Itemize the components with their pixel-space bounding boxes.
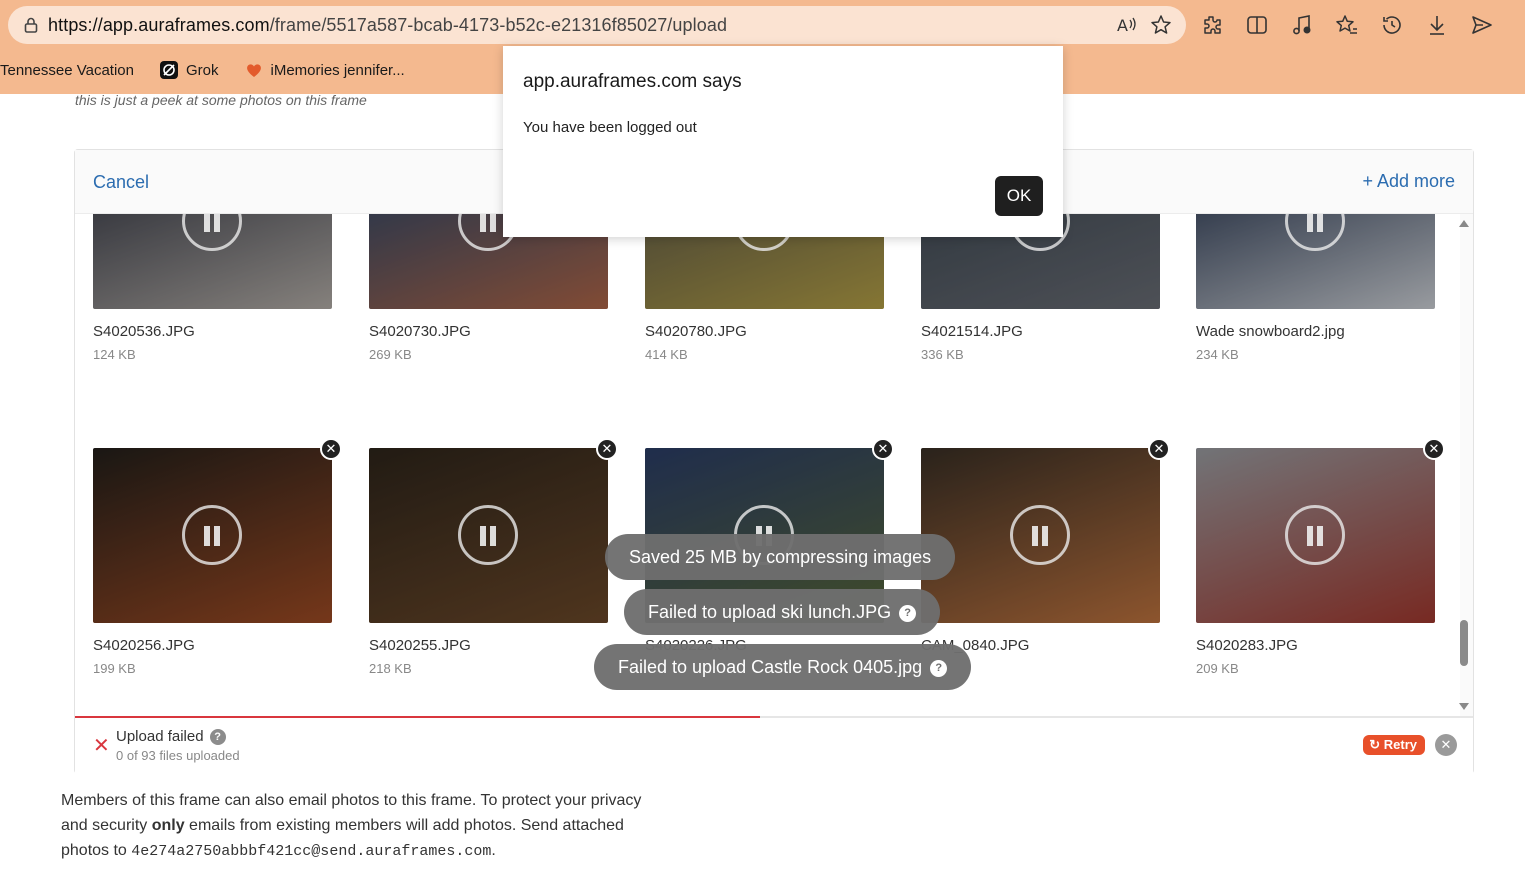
alert-dialog: app.auraframes.com says You have been lo… (503, 46, 1063, 237)
url-text[interactable]: https://app.auraframes.com/frame/5517a58… (48, 15, 727, 36)
footer-line-2a: and security (61, 817, 152, 834)
toast-text: Failed to upload ski lunch.JPG (648, 602, 892, 622)
toast-failed-ski-lunch: Failed to upload ski lunch.JPG? (624, 589, 941, 635)
help-question-icon[interactable]: ? (899, 604, 917, 622)
media-music-icon[interactable] (1290, 13, 1314, 37)
read-aloud-icon[interactable]: A (1116, 14, 1138, 36)
help-question-icon[interactable]: ? (930, 659, 948, 677)
cancel-button[interactable]: Cancel (93, 172, 149, 193)
bookmark-grok[interactable]: Grok (159, 61, 219, 79)
error-x-icon: ✕ (93, 735, 110, 757)
footer-line-2b: emails from existing members will add ph… (184, 817, 624, 834)
remove-photo-close-icon[interactable]: ✕ (1423, 438, 1445, 460)
footer-line-3b: . (491, 842, 496, 859)
photo-tile[interactable]: ✕ S4020255.JPG 218 KB (369, 438, 618, 676)
toast-failed-castle-rock: Failed to upload Castle Rock 0405.jpg? (594, 644, 972, 690)
photo-filename: S4020730.JPG (369, 323, 471, 340)
photo-filename: S4021514.JPG (921, 323, 1023, 340)
pause-icon[interactable] (182, 505, 242, 565)
help-question-icon[interactable]: ? (209, 729, 226, 746)
toast-text: Failed to upload Castle Rock 0405.jpg (618, 657, 923, 677)
photo-tile[interactable]: ✕ CAM_0840.JPG (921, 438, 1170, 661)
heart-logo-icon (245, 61, 263, 79)
photo-tile[interactable]: Wade snowboard2.jpg 234 KB (1196, 214, 1435, 362)
pause-icon[interactable] (1285, 505, 1345, 565)
retry-button[interactable]: ↻ Retry (1363, 735, 1425, 755)
pause-icon[interactable] (458, 505, 518, 565)
scrollbar-thumb[interactable] (1460, 620, 1468, 666)
photo-filesize: 199 KB (93, 661, 136, 676)
extensions-icon[interactable] (1200, 13, 1224, 37)
add-more-button[interactable]: + Add more (1362, 171, 1455, 192)
status-title: Upload failed (116, 728, 204, 745)
photo-filesize: 209 KB (1196, 661, 1239, 676)
favorite-star-icon[interactable] (1150, 14, 1172, 36)
svg-text:A: A (1117, 16, 1128, 35)
dialog-message: You have been logged out (523, 119, 697, 136)
photo-filename: S4020780.JPG (645, 323, 747, 340)
photo-filename: S4020255.JPG (369, 637, 471, 654)
photo-filename: Wade snowboard2.jpg (1196, 323, 1345, 340)
dismiss-status-close-icon[interactable]: ✕ (1435, 734, 1457, 756)
status-subtitle: 0 of 93 files uploaded (116, 748, 240, 763)
ok-button[interactable]: OK (995, 176, 1043, 216)
photo-tile[interactable]: ✕ S4020256.JPG 199 KB (93, 438, 342, 676)
photo-thumbnail[interactable] (1196, 214, 1435, 309)
bookmarks-bar: Tennessee Vacation Grok iMemories jennif… (0, 56, 431, 84)
bookmark-label: iMemories jennifer... (270, 61, 405, 79)
photo-filesize: 124 KB (93, 347, 136, 362)
photo-filesize: 269 KB (369, 347, 412, 362)
photo-filesize: 414 KB (645, 347, 688, 362)
photo-tile[interactable]: ✕ S4020283.JPG 209 KB (1196, 438, 1445, 676)
status-title-row: Upload failed? (116, 728, 226, 746)
photo-grid[interactable]: S4020536.JPG 124 KB S4020730.JPG 269 KB S402… (75, 214, 1460, 716)
footer-only-bold: only (151, 817, 185, 834)
dialog-title: app.auraframes.com says (523, 71, 742, 92)
bookmark-imemories[interactable]: iMemories jennifer... (245, 61, 405, 79)
photo-filesize: 234 KB (1196, 347, 1239, 362)
scroll-up-arrow-icon[interactable] (1459, 220, 1469, 227)
upload-status-bar: ✕ Upload failed? 0 of 93 files uploaded … (75, 718, 1473, 774)
remove-photo-close-icon[interactable]: ✕ (596, 438, 618, 460)
scroll-down-arrow-icon[interactable] (1459, 703, 1469, 710)
photo-thumbnail[interactable] (93, 448, 332, 623)
photo-tile[interactable]: S4020536.JPG 124 KB (93, 214, 332, 362)
photo-filename: S4020536.JPG (93, 323, 195, 340)
remove-photo-close-icon[interactable]: ✕ (320, 438, 342, 460)
downloads-icon[interactable] (1425, 13, 1449, 37)
photo-filename: S4020256.JPG (93, 637, 195, 654)
share-send-icon[interactable] (1470, 13, 1494, 37)
bookmark-label: Grok (185, 61, 219, 79)
remove-photo-close-icon[interactable]: ✕ (1148, 438, 1170, 460)
bookmark-label: Tennessee Vacation (0, 61, 134, 79)
split-screen-icon[interactable] (1245, 13, 1269, 37)
photo-thumbnail[interactable] (93, 214, 332, 309)
retry-icon: ↻ (1369, 737, 1384, 752)
toast-compression: Saved 25 MB by compressing images (605, 534, 956, 580)
address-bar[interactable]: https://app.auraframes.com/frame/5517a58… (8, 6, 1186, 44)
bookmark-tennessee-vacation[interactable]: Tennessee Vacation (0, 62, 134, 79)
history-icon[interactable] (1380, 13, 1404, 37)
peek-caption: this is just a peek at some photos on th… (75, 92, 367, 108)
photo-filesize: 218 KB (369, 661, 412, 676)
photo-thumbnail[interactable] (369, 448, 608, 623)
grok-logo-icon (159, 61, 178, 79)
photo-thumbnail[interactable] (1196, 448, 1435, 623)
footer-line-3a: photos to (61, 842, 132, 859)
photo-filesize: 336 KB (921, 347, 964, 362)
photo-thumbnail[interactable] (921, 448, 1160, 623)
frame-email-address[interactable]: 4e274a2750abbbf421cc@send.auraframes.com (131, 843, 491, 860)
grid-scrollbar[interactable] (1457, 214, 1471, 716)
email-info-text: Members of this frame can also email pho… (61, 788, 701, 864)
retry-label: Retry (1383, 737, 1417, 752)
toast-text: Saved 25 MB by compressing images (629, 547, 932, 567)
photo-filename: S4020283.JPG (1196, 637, 1298, 654)
lock-icon[interactable] (22, 16, 40, 34)
remove-photo-close-icon[interactable]: ✕ (872, 438, 894, 460)
favorites-icon[interactable] (1335, 13, 1359, 37)
footer-line-1: Members of this frame can also email pho… (61, 792, 642, 809)
pause-icon[interactable] (1010, 505, 1070, 565)
